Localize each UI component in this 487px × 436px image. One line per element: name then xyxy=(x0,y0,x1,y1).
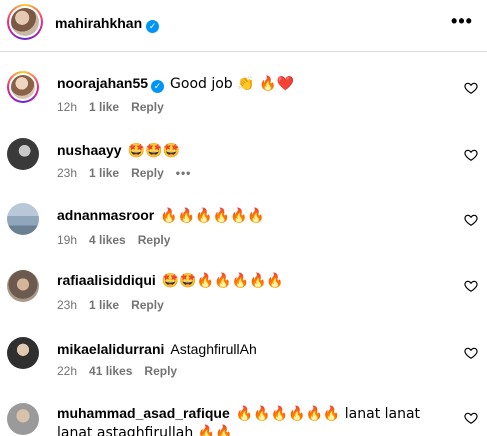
comment-username[interactable]: muhammad_asad_rafique xyxy=(57,405,230,421)
avatar-photo xyxy=(11,75,35,99)
comment-text: AstaghfirullAh xyxy=(170,341,257,357)
heart-outline-icon[interactable] xyxy=(464,213,478,227)
comments-panel: mahirahkhan ✓ ••• noorajahan55 ✓ Good job 👏… xyxy=(0,0,487,436)
comment-text: 🔥🔥🔥🔥🔥🔥 xyxy=(160,208,265,224)
comment-username[interactable]: noorajahan55 ✓ xyxy=(57,75,165,93)
comment-time: 23h xyxy=(57,298,78,312)
profile-photo xyxy=(11,8,39,36)
comment-time: 22h xyxy=(57,364,78,378)
comment-meta: 23h 1 like Reply xyxy=(57,298,176,312)
comment-likes[interactable]: 1 like xyxy=(89,298,119,312)
comment-meta: 19h 4 likes Reply xyxy=(57,233,182,247)
verified-badge-icon: ✓ xyxy=(151,80,165,93)
comment-time: 12h xyxy=(57,100,78,114)
reply-button[interactable]: Reply xyxy=(131,298,164,312)
comment-body: muhammad_asad_rafique 🔥🔥🔥🔥🔥🔥 lanat lanat … xyxy=(57,404,457,436)
comment-text: Good job 👏 🔥❤️ xyxy=(170,76,294,92)
header-username-row[interactable]: mahirahkhan ✓ xyxy=(55,15,160,33)
comment-body: mikaelalidurrani AstaghfirullAh xyxy=(57,340,457,358)
commenter-avatar[interactable] xyxy=(7,138,39,170)
heart-outline-icon[interactable] xyxy=(464,346,478,360)
comment-username[interactable]: nushaayy xyxy=(57,142,122,158)
comment-meta: 22h 41 likes Reply xyxy=(57,364,189,378)
comment-username[interactable]: rafiaalisiddiqui xyxy=(57,272,156,288)
reply-button[interactable]: Reply xyxy=(138,233,171,247)
commenter-avatar[interactable] xyxy=(7,403,39,435)
comment-time: 19h xyxy=(57,233,78,247)
comment-username[interactable]: adnanmasroor xyxy=(57,207,154,223)
reply-button[interactable]: Reply xyxy=(131,100,164,114)
comment-body: rafiaalisiddiqui 🤩🤩🔥🔥🔥🔥🔥 xyxy=(57,271,457,290)
header-username[interactable]: mahirahkhan xyxy=(55,15,142,31)
heart-outline-icon[interactable] xyxy=(464,279,478,293)
comment-text: 🤩🤩🤩 xyxy=(127,143,180,159)
comment-body: adnanmasroor 🔥🔥🔥🔥🔥🔥 xyxy=(57,206,457,225)
comment-meta: 12h 1 like Reply xyxy=(57,100,176,114)
comment-time: 23h xyxy=(57,166,78,180)
more-horizontal-icon[interactable]: ••• xyxy=(176,166,192,180)
comment-body: noorajahan55 ✓ Good job 👏 🔥❤️ xyxy=(57,74,457,93)
comment-meta: 23h 1 like Reply ••• xyxy=(57,166,203,180)
comment-likes[interactable]: 1 like xyxy=(89,100,119,114)
reply-button[interactable]: Reply xyxy=(131,166,164,180)
verified-badge-icon: ✓ xyxy=(146,20,160,33)
comment-likes[interactable]: 1 like xyxy=(89,166,119,180)
commenter-avatar[interactable] xyxy=(7,71,39,103)
heart-outline-icon[interactable] xyxy=(464,148,478,162)
more-options-button[interactable]: ••• xyxy=(451,12,473,34)
comment-body: nushaayy 🤩🤩🤩 xyxy=(57,141,457,160)
reply-button[interactable]: Reply xyxy=(144,364,177,378)
comment-text: 🤩🤩🔥🔥🔥🔥🔥 xyxy=(161,273,284,289)
commenter-avatar[interactable] xyxy=(7,337,39,369)
post-header: mahirahkhan ✓ ••• xyxy=(0,0,487,52)
heart-outline-icon[interactable] xyxy=(464,411,478,425)
comment-likes[interactable]: 4 likes xyxy=(89,233,126,247)
heart-outline-icon[interactable] xyxy=(464,81,478,95)
comment-username[interactable]: mikaelalidurrani xyxy=(57,341,164,357)
commenter-avatar[interactable] xyxy=(7,270,39,302)
commenter-avatar[interactable] xyxy=(7,203,39,235)
comment-likes[interactable]: 41 likes xyxy=(89,364,132,378)
header-avatar[interactable] xyxy=(7,4,43,40)
